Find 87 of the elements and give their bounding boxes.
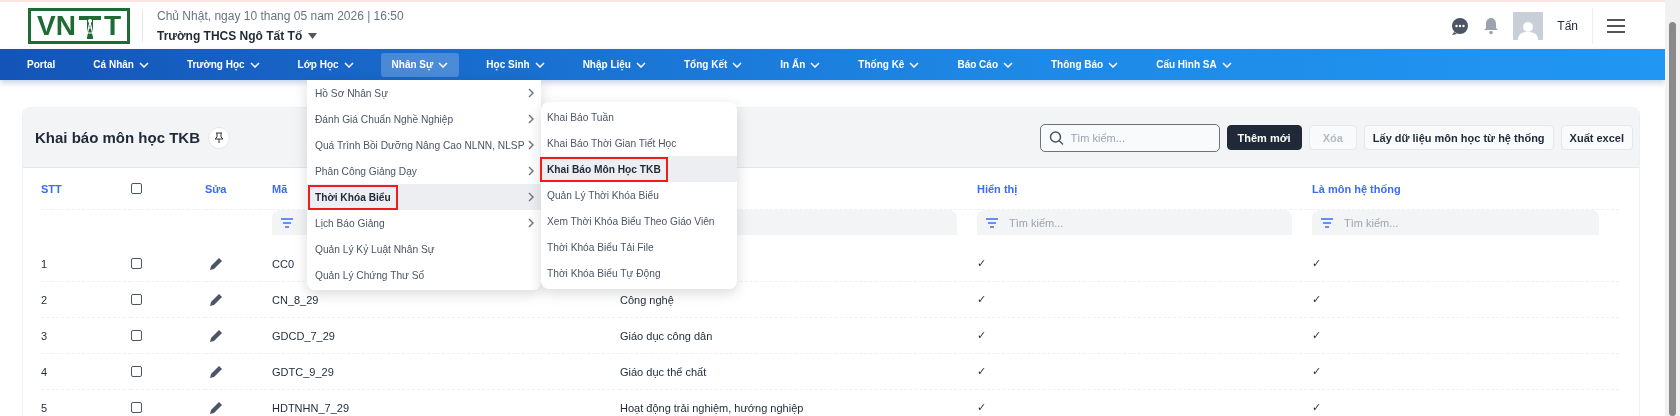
table-cell: HDTNHN_7_29: [272, 401, 350, 414]
menu-item[interactable]: Thời Khóa Biểu: [307, 184, 541, 210]
table-cell: ✓: [1312, 329, 1321, 342]
nav-tab[interactable]: Học Sinh: [475, 52, 556, 77]
school-name[interactable]: Trường THCS Ngô Tất Tố: [157, 28, 303, 43]
table-cell: GDTC_9_29: [272, 365, 334, 378]
nav-tab[interactable]: Nhân Sự: [380, 52, 460, 77]
date-time: Chủ Nhật, ngay 10 thang 05 nam 2026 | 16:50: [157, 8, 404, 23]
nav-tab[interactable]: Nhập Liệu: [571, 52, 657, 77]
menu-item[interactable]: Lịch Báo Giảng: [307, 210, 541, 236]
pencil-icon[interactable]: [209, 328, 223, 343]
nav-tab[interactable]: Lớp Học: [286, 52, 365, 77]
table-cell: GDCD_7_29: [272, 329, 335, 342]
action-button[interactable]: Xuất excel: [1560, 125, 1633, 150]
filter-field[interactable]: Tìm kiếm...: [1312, 210, 1599, 235]
table-cell: Công nghệ: [620, 293, 674, 306]
table-cell: ✓: [977, 329, 986, 342]
table-cell: 1: [41, 257, 48, 270]
column-header[interactable]: Là môn hệ thống: [1312, 182, 1401, 195]
pencil-icon[interactable]: [209, 364, 223, 379]
nav-tab[interactable]: In Ấn: [769, 52, 832, 77]
table-cell: ✓: [977, 401, 986, 414]
submenu-item[interactable]: Khai Báo Tuần: [541, 104, 737, 130]
filter-field[interactable]: Tìm kiếm...: [977, 210, 1292, 235]
pencil-icon[interactable]: [209, 256, 223, 271]
submenu-item[interactable]: Xem Thời Khóa Biểu Theo Giáo Viên: [541, 208, 737, 234]
table-cell: CN_8_29: [272, 293, 319, 306]
nav-tab[interactable]: Báo Cáo: [946, 52, 1024, 77]
column-header[interactable]: Sửa: [205, 182, 227, 195]
checkbox[interactable]: [131, 330, 142, 341]
table-cell: 3: [41, 329, 48, 342]
table-cell: CC0: [272, 257, 294, 270]
checkbox[interactable]: [131, 402, 142, 413]
table-cell: Giáo dục công dân: [620, 329, 713, 342]
checkbox[interactable]: [131, 294, 142, 305]
card-title: Khai báo môn học TKB: [35, 129, 200, 146]
table-cell: ✓: [1312, 365, 1321, 378]
scrollbar[interactable]: [1665, 0, 1680, 416]
nav-tab[interactable]: Tổng Kết: [673, 52, 754, 77]
column-header[interactable]: STT: [41, 182, 62, 195]
menu-item[interactable]: Quản Lý Kỷ Luật Nhân Sự: [307, 236, 541, 262]
menu-item[interactable]: Phân Công Giảng Dạy: [307, 158, 541, 184]
caret-icon[interactable]: [308, 32, 318, 39]
submenu-item[interactable]: Khai Báo Thời Gian Tiết Học: [541, 130, 737, 156]
submenu-item[interactable]: Thời Khóa Biểu Tự Động: [541, 260, 737, 286]
submenu-item[interactable]: Quản Lý Thời Khóa Biểu: [541, 182, 737, 208]
table-cell: ✓: [977, 257, 986, 270]
logo[interactable]: VN T: [28, 7, 130, 44]
action-button[interactable]: Lấy dữ liệu môn học từ hệ thống: [1363, 125, 1554, 150]
table-cell: ✓: [1312, 293, 1321, 306]
action-button[interactable]: Thêm mới: [1226, 125, 1302, 150]
column-header[interactable]: Mã: [272, 182, 288, 195]
pin-button[interactable]: [208, 126, 230, 149]
column-header[interactable]: Hiển thị: [977, 182, 1018, 195]
table-cell: ✓: [977, 365, 986, 378]
pencil-icon[interactable]: [209, 292, 223, 307]
submenu-item[interactable]: Thời Khóa Biểu Tải File: [541, 234, 737, 260]
nav-tab[interactable]: Thống Kê: [847, 52, 931, 77]
person-icon: [1517, 19, 1540, 40]
checkbox[interactable]: [131, 258, 142, 269]
nav-tab[interactable]: Cấu Hình SA: [1145, 52, 1243, 77]
table-cell: 5: [41, 401, 48, 414]
table-cell: ✓: [1312, 257, 1321, 270]
submenu-item[interactable]: Khai Báo Môn Học TKB: [541, 156, 737, 182]
menu-item[interactable]: Đánh Giá Chuẩn Nghề Nghiệp: [307, 106, 541, 132]
checkbox[interactable]: [131, 366, 142, 377]
nav-tab[interactable]: Portal: [16, 52, 67, 77]
table-cell: 4: [41, 365, 48, 378]
nav-tab[interactable]: Trường Học: [175, 52, 271, 77]
chat-icon[interactable]: [1451, 16, 1470, 35]
table-cell: ✓: [977, 293, 986, 306]
search-field[interactable]: Tìm kiếm...: [1039, 123, 1220, 152]
table-cell: Hoạt động trải nghiệm, hướng nghiệp: [620, 401, 804, 414]
menu-item[interactable]: Quá Trình Bồi Dưỡng Nâng Cao NLNN, NLSP: [307, 132, 541, 158]
menu-item[interactable]: Hồ Sơ Nhân Sự: [307, 80, 541, 106]
menu-item[interactable]: Quản Lý Chứng Thư Số: [307, 262, 541, 288]
search-icon: [1048, 130, 1064, 145]
table-cell: 2: [41, 293, 48, 306]
nav-tab[interactable]: Cá Nhân: [82, 52, 160, 77]
pencil-icon[interactable]: [209, 400, 223, 415]
user-name[interactable]: Tấn: [1557, 18, 1578, 33]
nav-tab[interactable]: Thông Báo: [1040, 52, 1130, 77]
table-cell: Giáo dục thể chất: [620, 365, 707, 378]
checkbox[interactable]: [131, 183, 142, 194]
pin-icon: [214, 131, 224, 144]
menu-icon[interactable]: [1607, 17, 1625, 34]
table-cell: ✓: [1312, 401, 1321, 414]
